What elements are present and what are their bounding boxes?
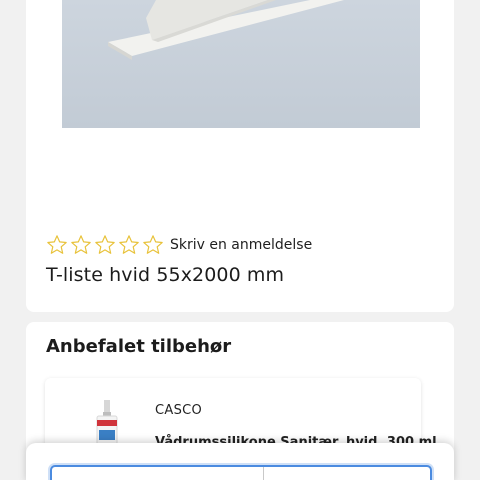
rating-stars[interactable]: [46, 234, 166, 256]
purchase-action-bar: [50, 465, 432, 480]
product-title: T-liste hvid 55x2000 mm: [46, 264, 285, 286]
t-profile-illustration: [62, 0, 420, 128]
accessory-brand: CASCO: [155, 403, 203, 418]
quantity-selector[interactable]: [52, 467, 264, 480]
rating-row: Skriv en anmeldelse: [46, 232, 312, 258]
star-empty-icon: [143, 235, 163, 254]
add-to-cart-button[interactable]: [264, 467, 430, 480]
bottom-sheet: [26, 443, 454, 480]
star-empty-icon: [119, 235, 139, 254]
write-review-link[interactable]: Skriv en anmeldelse: [170, 237, 312, 253]
accessories-heading: Anbefalet tilbehør: [46, 336, 232, 357]
star-empty-icon: [95, 235, 115, 254]
product-image[interactable]: [62, 0, 420, 128]
star-empty-icon: [47, 235, 67, 254]
star-empty-icon: [71, 235, 91, 254]
